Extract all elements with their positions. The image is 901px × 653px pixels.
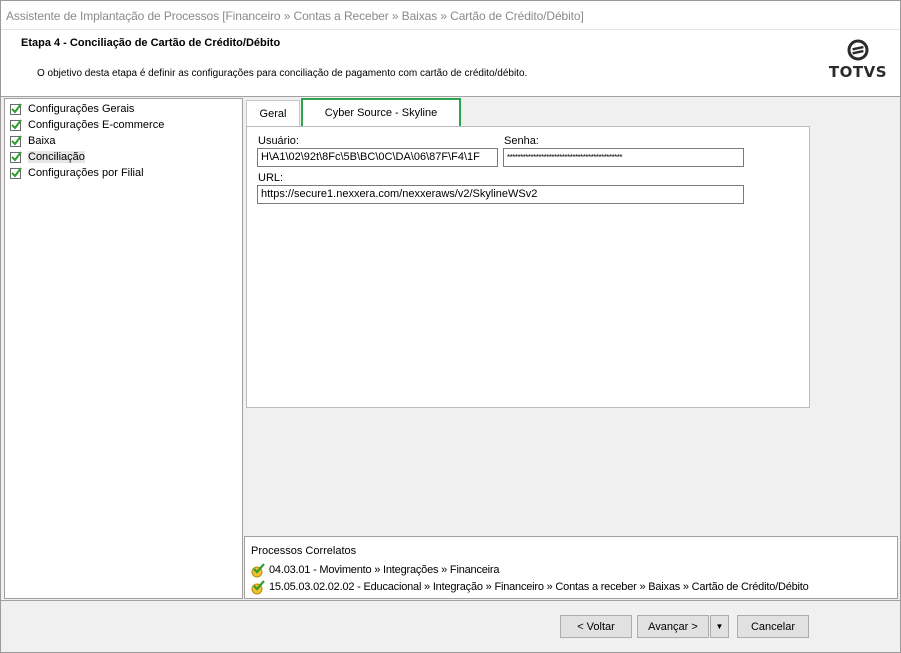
senha-label: Senha:	[504, 135, 539, 147]
green-check-icon	[10, 119, 22, 131]
window-title: Assistente de Implantação de Processos […	[6, 9, 584, 23]
assistant-window: Assistente de Implantação de Processos […	[0, 0, 901, 653]
step-description: O objetivo desta etapa é definir as conf…	[37, 68, 528, 79]
url-field[interactable]: https://secure1.nexxera.com/nexxeraws/v2…	[257, 185, 744, 204]
tree-item-conciliacao[interactable]: Conciliação	[5, 149, 242, 165]
tree-item-label: Configurações Gerais	[28, 103, 135, 115]
tab-strip: Geral Cyber Source - Skyline	[244, 98, 819, 128]
correlato-text: 15.05.03.02.02.02 - Educacional » Integr…	[269, 581, 809, 593]
correlatos-title: Processos Correlatos	[251, 545, 357, 557]
wizard-header: Etapa 4 - Conciliação de Cartão de Crédi…	[1, 30, 900, 97]
tree-item-configuracoes-gerais[interactable]: Configurações Gerais	[5, 101, 242, 117]
green-check-icon	[10, 167, 22, 179]
next-button[interactable]: Avançar >	[637, 615, 709, 638]
steps-tree: Configurações Gerais Configurações E-com…	[4, 98, 243, 599]
next-dropdown-button[interactable]: ▼	[710, 615, 729, 638]
senha-field[interactable]: ****************************************…	[503, 148, 744, 167]
totvs-logo: TOTVS	[828, 39, 888, 87]
url-label: URL:	[258, 172, 284, 184]
process-link-icon	[251, 563, 265, 578]
tree-item-label: Conciliação	[28, 151, 85, 163]
green-check-icon	[10, 151, 22, 163]
green-check-icon	[10, 135, 22, 147]
chevron-down-icon: ▼	[715, 622, 724, 631]
totvs-logo-icon	[847, 39, 869, 61]
process-link-icon	[251, 580, 265, 595]
main-panel: Geral Cyber Source - Skyline Usuário: H\…	[244, 98, 819, 535]
correlato-text: 04.03.01 - Movimento » Integrações » Fin…	[269, 564, 500, 576]
tab-geral[interactable]: Geral	[246, 100, 300, 126]
cancel-button[interactable]: Cancelar	[737, 615, 809, 638]
tree-item-configuracoes-ecommerce[interactable]: Configurações E-commerce	[5, 117, 242, 133]
correlato-link[interactable]: 15.05.03.02.02.02 - Educacional » Integr…	[250, 579, 809, 595]
tree-item-configuracoes-filial[interactable]: Configurações por Filial	[5, 165, 242, 181]
logo-text: TOTVS	[828, 63, 888, 81]
green-check-icon	[10, 103, 22, 115]
step-title: Etapa 4 - Conciliação de Cartão de Crédi…	[21, 37, 281, 49]
correlato-link[interactable]: 04.03.01 - Movimento » Integrações » Fin…	[250, 562, 499, 578]
usuario-field[interactable]: H\A1\02\92t\8Fc\5B\BC\0C\DA\06\87F\F4\1F	[257, 148, 498, 167]
wizard-footer: < Voltar Avançar > ▼ Cancelar	[1, 600, 900, 652]
usuario-label: Usuário:	[258, 135, 299, 147]
processos-correlatos-panel: Processos Correlatos 04.03.01 - Moviment…	[244, 536, 898, 599]
title-bar: Assistente de Implantação de Processos […	[1, 1, 900, 30]
tree-item-label: Baixa	[28, 135, 56, 147]
tree-item-baixa[interactable]: Baixa	[5, 133, 242, 149]
back-button[interactable]: < Voltar	[560, 615, 632, 638]
tab-panel-cyber-source: Usuário: H\A1\02\92t\8Fc\5B\BC\0C\DA\06\…	[246, 126, 810, 408]
tab-cyber-source-skyline[interactable]: Cyber Source - Skyline	[301, 98, 461, 128]
tree-item-label: Configurações por Filial	[28, 167, 144, 179]
tree-item-label: Configurações E-commerce	[28, 119, 165, 131]
